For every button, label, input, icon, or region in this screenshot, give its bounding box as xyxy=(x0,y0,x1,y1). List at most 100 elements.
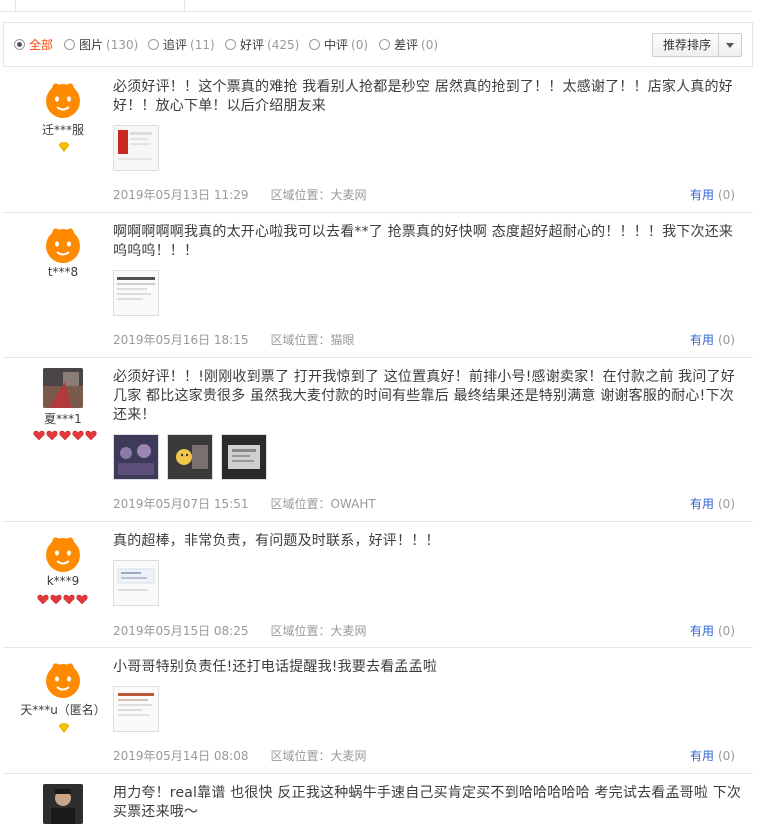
review-image-thumb[interactable] xyxy=(113,434,159,480)
ticket-photo-icon xyxy=(222,435,266,479)
review-text: 用力夸！real靠谱 也很快 反正我这种蜗牛手速自己买肯定买不到哈哈哈哈哈 考完… xyxy=(113,785,742,820)
helpful-button[interactable]: 有用 (0) xyxy=(690,331,735,348)
review-date: 2019年05月13日 11:29 xyxy=(113,188,249,202)
helpful-label[interactable]: 有用 xyxy=(690,749,714,763)
review-item: 天***u（匿名） 小哥哥特别负责任!还打电话提醒我!我要去看孟孟啦 2019年… xyxy=(3,648,753,774)
review-text: 啊啊啊啊啊我真的太开心啦我可以去看**了 抢票真的好快啊 态度超好超耐心的！！！… xyxy=(113,224,734,259)
credit-heart-icon xyxy=(37,594,90,606)
helpful-count: (0) xyxy=(718,497,735,511)
sort-dropdown[interactable]: 推荐排序 xyxy=(652,33,742,57)
review-text: 真的超棒，非常负责，有问题及时联系，好评！！！ xyxy=(113,533,440,549)
ticket-image-icon xyxy=(114,126,158,170)
photo-avatar-icon xyxy=(43,368,83,408)
credit-diamond-icon xyxy=(58,141,70,153)
filter-label: 追评 xyxy=(163,38,188,52)
helpful-label[interactable]: 有用 xyxy=(690,188,714,202)
radio-button[interactable] xyxy=(309,39,320,50)
top-tabs-strip xyxy=(0,0,771,12)
filter-count: (425) xyxy=(267,38,300,52)
review-item: t***8 啊啊啊啊啊我真的太开心啦我可以去看**了 抢票真的好快啊 态度超好超… xyxy=(3,213,753,358)
review-image-thumb[interactable] xyxy=(113,686,159,732)
review-filter-bar: 全部 图片 (130) 追评 (11) 好评 (425) 中评 (0) 差评 (0) 推荐… xyxy=(3,22,753,67)
chevron-down-icon[interactable] xyxy=(726,43,734,48)
review-item: k***9 真的超棒，非常负责，有问题及时联系，好评！！！ 2019年05月15… xyxy=(3,522,753,648)
concert-photo-icon xyxy=(168,435,212,479)
helpful-label[interactable]: 有用 xyxy=(690,624,714,638)
tab-divider xyxy=(184,11,752,12)
filter-negative[interactable]: 差评 (0) xyxy=(379,37,438,53)
review-text: 必须好评！！这个票真的难抢 我看别人抢都是秒空 居然真的抢到了！！太感谢了！！店… xyxy=(113,79,733,114)
review-location: 区域位置：猫眼 xyxy=(270,333,355,347)
username: k***9 xyxy=(46,574,80,588)
review-text: 必须好评！！!刚刚收到票了 打开我惊到了 这位置真好！前排小号!感谢卖家！在付款… xyxy=(113,369,735,423)
helpful-count: (0) xyxy=(718,624,735,638)
filter-all[interactable]: 全部 xyxy=(14,37,53,53)
credit-diamond-icon xyxy=(58,722,70,734)
filter-label: 图片 xyxy=(79,38,104,52)
avatar[interactable] xyxy=(43,658,83,698)
username: 天***u（匿名） xyxy=(20,703,106,717)
filter-count: (11) xyxy=(190,38,215,52)
filter-positive[interactable]: 好评 (425) xyxy=(225,37,299,53)
radio-button[interactable] xyxy=(64,39,75,50)
taobao-avatar-icon xyxy=(46,537,80,572)
avatar[interactable] xyxy=(43,223,83,263)
helpful-label[interactable]: 有用 xyxy=(690,333,714,347)
review-item: 迁***服 必须好评！！这个票真的难抢 我看别人抢都是秒空 居然真的抢到了！！太… xyxy=(3,67,753,213)
username: 迁***服 xyxy=(41,123,84,137)
review-meta: 2019年05月13日 11:29 区域位置：大麦网 xyxy=(113,186,367,203)
review-location: 区域位置：大麦网 xyxy=(270,188,367,202)
sort-label: 推荐排序 xyxy=(663,38,712,52)
tab-divider xyxy=(0,11,15,12)
avatar[interactable] xyxy=(43,784,83,824)
review-meta: 2019年05月15日 08:25 区域位置：大麦网 xyxy=(113,622,367,639)
review-meta: 2019年05月16日 18:15 区域位置：猫眼 xyxy=(113,331,355,348)
filter-count: (130) xyxy=(106,38,139,52)
taobao-avatar-icon xyxy=(46,83,80,118)
username: t***8 xyxy=(47,265,79,279)
avatar[interactable] xyxy=(43,368,83,408)
helpful-count: (0) xyxy=(718,749,735,763)
helpful-button[interactable]: 有用 (0) xyxy=(690,495,735,512)
filter-count: (0) xyxy=(421,38,439,52)
review-meta: 2019年05月14日 08:08 区域位置：大麦网 xyxy=(113,747,367,764)
helpful-count: (0) xyxy=(718,333,735,347)
review-image-thumb[interactable] xyxy=(113,560,159,606)
review-date: 2019年05月07日 15:51 xyxy=(113,497,249,511)
screenshot-image-icon xyxy=(114,271,158,315)
review-image-thumb[interactable] xyxy=(221,434,267,480)
review-item: 用力夸！real靠谱 也很快 反正我这种蜗牛手速自己买肯定买不到哈哈哈哈哈 考完… xyxy=(3,774,753,826)
filter-images[interactable]: 图片 (130) xyxy=(64,37,138,53)
screenshot-image-icon xyxy=(114,687,158,731)
review-item: 夏***1 必须好评！！!刚刚收到票了 打开我惊到了 这位置真好！前排小号!感谢… xyxy=(3,358,753,522)
radio-button[interactable] xyxy=(225,39,236,50)
tab-active[interactable] xyxy=(15,0,185,12)
radio-button[interactable] xyxy=(148,39,159,50)
avatar[interactable] xyxy=(43,78,83,118)
radio-button[interactable] xyxy=(379,39,390,50)
review-image-thumb[interactable] xyxy=(113,125,159,171)
sort-divider xyxy=(718,34,719,56)
concert-photo-icon xyxy=(114,435,158,479)
review-image-thumb[interactable] xyxy=(167,434,213,480)
username: 夏***1 xyxy=(44,412,82,426)
helpful-button[interactable]: 有用 (0) xyxy=(690,747,735,764)
review-image-thumb[interactable] xyxy=(113,270,159,316)
radio-button[interactable] xyxy=(14,39,25,50)
avatar[interactable] xyxy=(43,532,83,572)
review-location: 区域位置：OWAHT xyxy=(270,497,376,511)
review-location: 区域位置：大麦网 xyxy=(270,624,367,638)
filter-label: 全部 xyxy=(29,38,54,52)
review-meta: 2019年05月07日 15:51 区域位置：OWAHT xyxy=(113,495,376,512)
helpful-count: (0) xyxy=(718,188,735,202)
filter-count: (0) xyxy=(351,38,369,52)
helpful-button[interactable]: 有用 (0) xyxy=(690,186,735,203)
filter-followup[interactable]: 追评 (11) xyxy=(148,37,215,53)
taobao-avatar-icon xyxy=(46,663,80,698)
review-date: 2019年05月14日 08:08 xyxy=(113,749,249,763)
review-date: 2019年05月15日 08:25 xyxy=(113,624,249,638)
filter-neutral[interactable]: 中评 (0) xyxy=(309,37,368,53)
taobao-avatar-icon xyxy=(46,228,80,263)
helpful-button[interactable]: 有用 (0) xyxy=(690,622,735,639)
helpful-label[interactable]: 有用 xyxy=(690,497,714,511)
